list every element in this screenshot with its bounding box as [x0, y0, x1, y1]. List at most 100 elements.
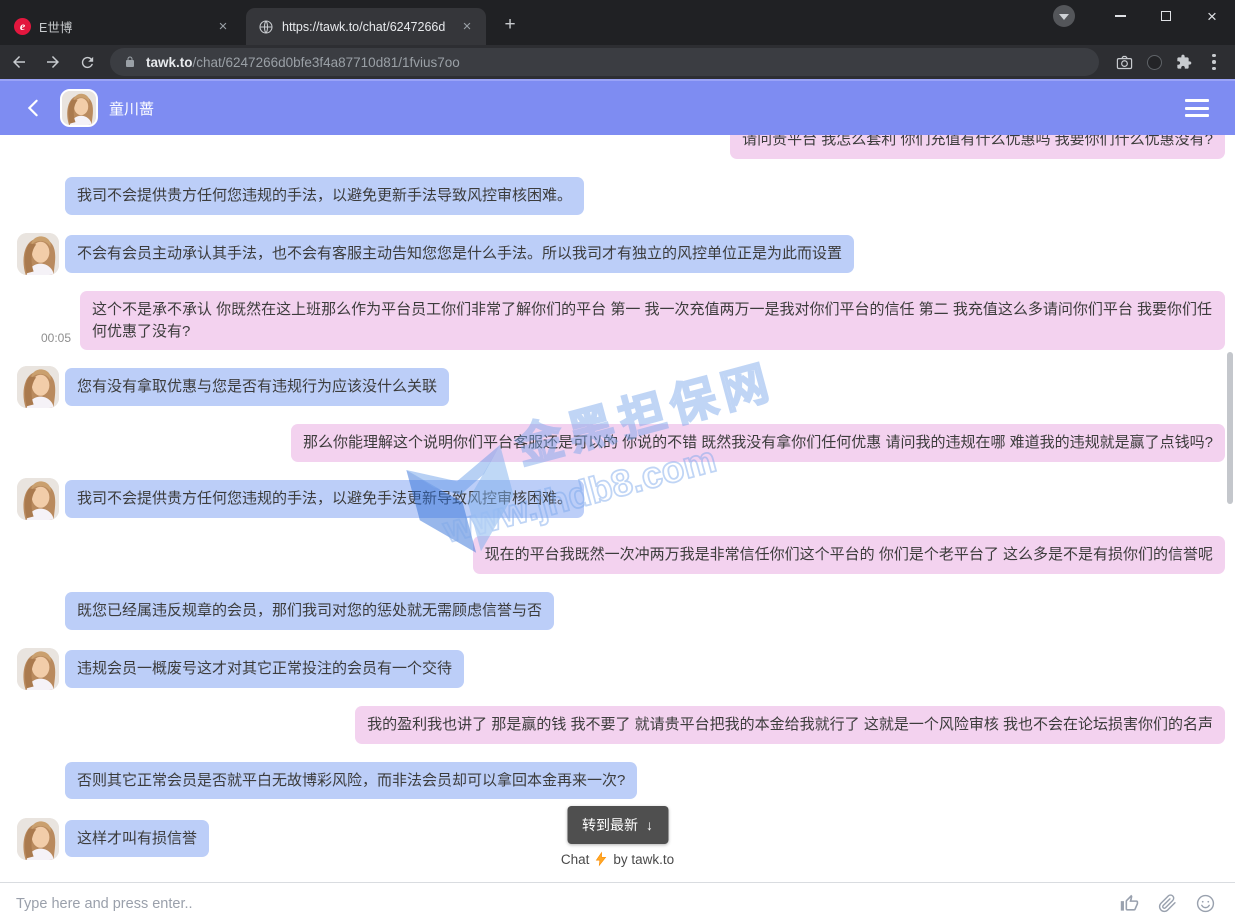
- hamburger-icon: [1185, 107, 1209, 110]
- browser-tab-strip: e E世博 × https://tawk.to/chat/6247266d × …: [0, 0, 1235, 45]
- down-arrow-icon: ↓: [646, 817, 653, 833]
- hamburger-icon: [1185, 99, 1209, 102]
- branding-suffix: by tawk.to: [613, 852, 674, 867]
- avatar-slot: [17, 648, 59, 690]
- message-bubble: 不会有会员主动承认其手法，也不会有客服主动告知您您是什么手法。所以我司才有独立的…: [65, 235, 854, 273]
- message-bubble: 我的盈利我也讲了 那是赢的钱 我不要了 就请贵平台把我的本金给我就行了 这就是一…: [355, 706, 1225, 744]
- lock-icon: [124, 56, 136, 68]
- avatar-slot: [17, 590, 59, 632]
- window-controls: ×: [1053, 0, 1235, 32]
- minimize-button[interactable]: [1097, 0, 1143, 32]
- minimize-icon: [1115, 15, 1126, 17]
- browser-window: e E世博 × https://tawk.to/chat/6247266d × …: [0, 0, 1235, 924]
- message-bubble: 既您已经属违反规章的会员，那们我司对您的惩处就无需顾虑信誉与否: [65, 592, 554, 630]
- branding-prefix: Chat: [561, 852, 590, 867]
- chat-message-row: 现在的平台我既然一次冲两万我是非常信任你们这个平台的 你们是个老平台了 这么多是…: [17, 536, 1235, 574]
- agent-avatar: [17, 233, 59, 275]
- message-bubble: 我司不会提供贵方任何您违规的手法，以避免手法更新导致风控审核困难。: [65, 480, 584, 518]
- extensions-button[interactable]: [1169, 48, 1199, 76]
- toolbar-extensions: [1109, 48, 1229, 76]
- globe-favicon-icon: [258, 19, 274, 35]
- camera-icon: [1116, 54, 1133, 71]
- chat-message-row: 我的盈利我也讲了 那是赢的钱 我不要了 就请贵平台把我的本金给我就行了 这就是一…: [17, 706, 1235, 744]
- jump-to-latest-button[interactable]: 转到最新 ↓: [567, 806, 668, 844]
- tab-esb-label: E世博: [39, 17, 214, 36]
- agent-name: 童川蔷: [109, 98, 154, 119]
- chat-back-button[interactable]: [24, 98, 42, 118]
- emoji-button[interactable]: [1196, 894, 1215, 913]
- thumbs-up-button[interactable]: [1120, 894, 1139, 913]
- tab-close-icon[interactable]: ×: [214, 18, 232, 36]
- input-actions: [1120, 894, 1215, 913]
- agent-avatar: [17, 648, 59, 690]
- chat-menu-button[interactable]: [1185, 99, 1209, 117]
- browser-menu-button[interactable]: [1199, 48, 1229, 76]
- close-button[interactable]: ×: [1189, 0, 1235, 32]
- avatar-slot: [17, 478, 59, 520]
- message-bubble: 我司不会提供贵方任何您违规的手法，以避免更新手法导致风控审核困难。: [65, 177, 584, 215]
- tab-esb[interactable]: e E世博 ×: [2, 8, 242, 45]
- puzzle-icon: [1176, 54, 1192, 70]
- close-icon: ×: [1207, 8, 1217, 25]
- agent-avatar: [17, 366, 59, 408]
- esb-favicon-icon: e: [14, 18, 31, 35]
- chat-message-row: 请问贵平台 我怎么套利 你们充值有什么优惠吗 我要你们什么优惠没有?: [17, 135, 1235, 159]
- forward-arrow-icon: [44, 53, 62, 71]
- message-bubble: 这个不是承不承认 你既然在这上班那么作为平台员工你们非常了解你们的平台 第一 我…: [80, 291, 1225, 351]
- message-input[interactable]: [16, 896, 1120, 912]
- chat-message-row: 不会有会员主动承认其手法，也不会有客服主动告知您您是什么手法。所以我司才有独立的…: [17, 233, 1235, 275]
- chat-message-row: 否则其它正常会员是否就平白无故博彩风险，而非法会员却可以拿回本金再来一次?: [17, 760, 1235, 802]
- kebab-menu-icon: [1212, 54, 1216, 71]
- avatar-slot: [17, 366, 59, 408]
- address-bar[interactable]: tawk.to/chat/6247266d0bfe3f4a87710d81/1f…: [110, 48, 1099, 76]
- back-arrow-icon: [10, 53, 28, 71]
- chat-message-row: 既您已经属违反规章的会员，那们我司对您的惩处就无需顾虑信誉与否: [17, 590, 1235, 632]
- bolt-icon: [594, 851, 608, 867]
- attachment-button[interactable]: [1158, 894, 1177, 913]
- forward-button[interactable]: [38, 48, 68, 76]
- url-text: tawk.to/chat/6247266d0bfe3f4a87710d81/1f…: [146, 55, 460, 70]
- chat-message-row: 违规会员一概废号这才对其它正常投注的会员有一个交待: [17, 648, 1235, 690]
- tawk-branding[interactable]: Chat by tawk.to: [0, 851, 1235, 867]
- message-bubble: 否则其它正常会员是否就平白无故博彩风险，而非法会员却可以拿回本金再来一次?: [65, 762, 637, 800]
- agent-avatar: [60, 89, 98, 127]
- extension-badge-button[interactable]: [1139, 48, 1169, 76]
- avatar-slot: [17, 233, 59, 275]
- chat-message-area[interactable]: 请问贵平台 我怎么套利 你们充值有什么优惠吗 我要你们什么优惠没有? 我司不会提…: [0, 135, 1235, 882]
- hamburger-icon: [1185, 114, 1209, 117]
- camera-extension-button[interactable]: [1109, 48, 1139, 76]
- chat-message-row: 那么你能理解这个说明你们平台客服还是可以的 你说的不错 既然我没有拿你们任何优惠…: [17, 424, 1235, 462]
- refresh-icon: [79, 54, 96, 71]
- agent-avatar: [17, 478, 59, 520]
- scrollbar-thumb[interactable]: [1227, 352, 1233, 504]
- chat-input-bar: [0, 882, 1235, 924]
- message-list: 请问贵平台 我怎么套利 你们充值有什么优惠吗 我要你们什么优惠没有? 我司不会提…: [0, 135, 1235, 860]
- chat-header: 童川蔷: [0, 79, 1235, 135]
- maximize-button[interactable]: [1143, 0, 1189, 32]
- chat-message-row: 00:05 这个不是承不承认 你既然在这上班那么作为平台员工你们非常了解你们的平…: [17, 291, 1235, 351]
- message-timestamp: 00:05: [41, 331, 71, 345]
- chat-message-row: 我司不会提供贵方任何您违规的手法，以避免手法更新导致风控审核困难。: [17, 478, 1235, 520]
- chat-message-row: 我司不会提供贵方任何您违规的手法，以避免更新手法导致风控审核困难。: [17, 175, 1235, 217]
- circle-extension-icon: [1147, 55, 1162, 70]
- avatar-slot: [17, 175, 59, 217]
- jump-to-latest-label: 转到最新: [582, 815, 638, 835]
- chevron-down-icon: [1059, 14, 1069, 20]
- message-bubble: 违规会员一概废号这才对其它正常投注的会员有一个交待: [65, 650, 464, 688]
- back-button[interactable]: [4, 48, 34, 76]
- browser-toolbar: tawk.to/chat/6247266d0bfe3f4a87710d81/1f…: [0, 45, 1235, 79]
- url-host: tawk.to: [146, 55, 193, 70]
- new-tab-button[interactable]: +: [496, 12, 524, 40]
- maximize-icon: [1161, 11, 1171, 21]
- tab-tawk-label: https://tawk.to/chat/6247266d: [282, 20, 458, 34]
- url-path: /chat/6247266d0bfe3f4a87710d81/1fvius7oo: [193, 55, 460, 70]
- refresh-button[interactable]: [72, 48, 102, 76]
- message-bubble: 您有没有拿取优惠与您是否有违规行为应该没什么关联: [65, 368, 449, 406]
- media-controls-button[interactable]: [1053, 5, 1075, 27]
- message-bubble: 那么你能理解这个说明你们平台客服还是可以的 你说的不错 既然我没有拿你们任何优惠…: [291, 424, 1225, 462]
- chat-message-row: 您有没有拿取优惠与您是否有违规行为应该没什么关联: [17, 366, 1235, 408]
- message-bubble: 现在的平台我既然一次冲两万我是非常信任你们这个平台的 你们是个老平台了 这么多是…: [473, 536, 1225, 574]
- avatar-slot: [17, 760, 59, 802]
- tab-close-icon[interactable]: ×: [458, 18, 476, 36]
- tab-tawk-chat[interactable]: https://tawk.to/chat/6247266d ×: [246, 8, 486, 45]
